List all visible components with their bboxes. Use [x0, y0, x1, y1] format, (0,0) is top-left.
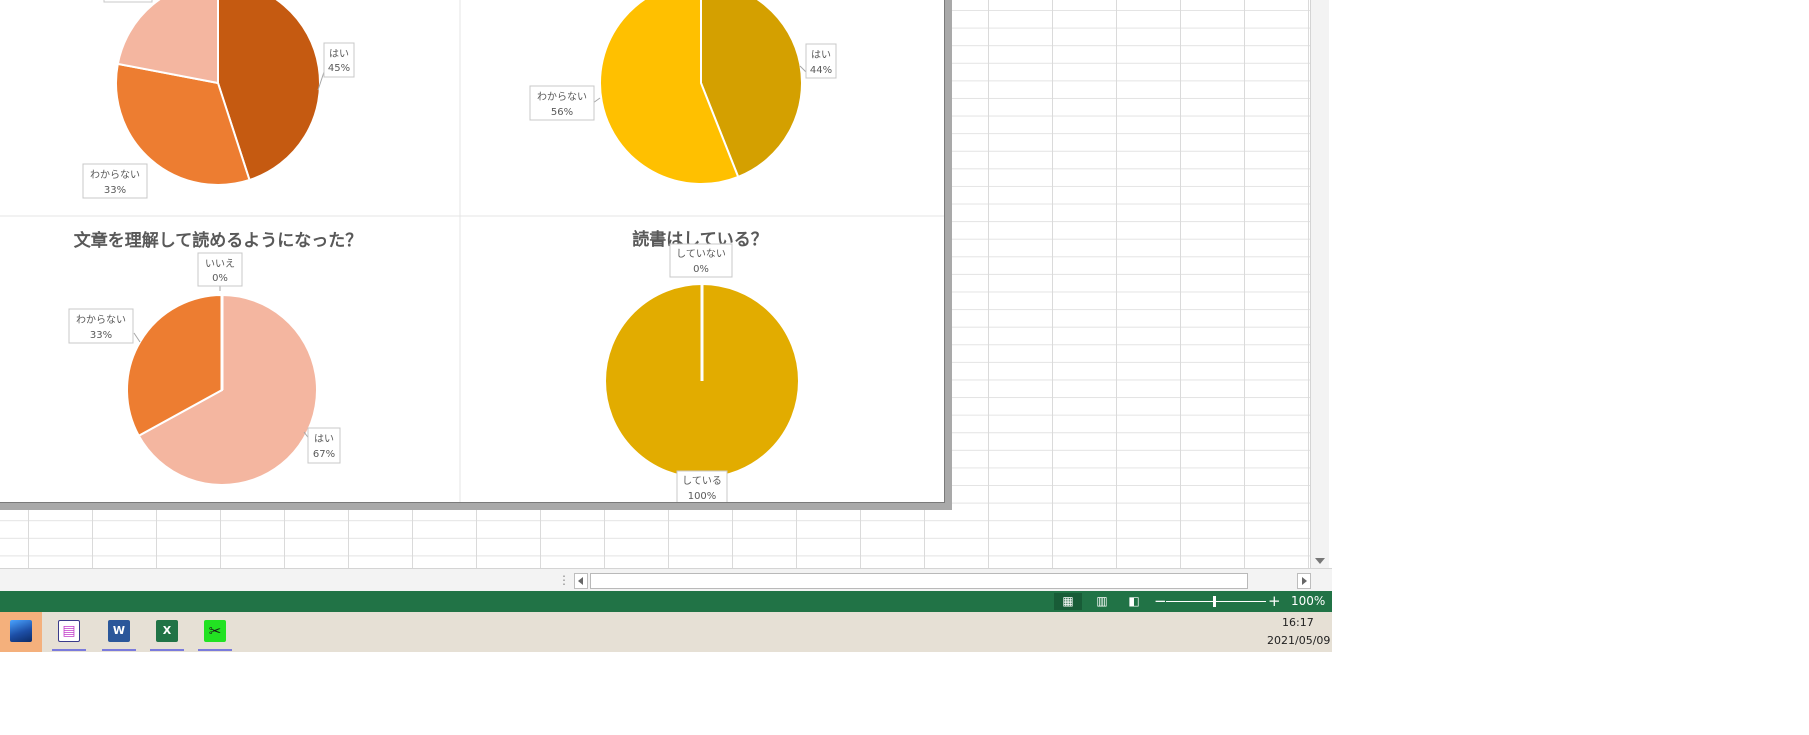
taskbar-excel[interactable]: X [146, 612, 188, 652]
data-label-box[interactable]: わからない 56% [529, 85, 595, 121]
page-break-view-icon[interactable]: ◧ [1120, 593, 1148, 610]
taskbar-word[interactable]: W [98, 612, 140, 652]
data-label-box[interactable]: していない 0% [669, 243, 733, 278]
pie-chart-1[interactable]: はい 45% わからない 33% [82, 0, 355, 199]
scroll-thumb[interactable] [590, 573, 1248, 589]
slice-label-value: 100% [688, 491, 717, 502]
slice-label-value: 0% [693, 264, 709, 275]
status-bar: ▦ ▥ ◧ − + 100% [0, 591, 1332, 612]
slice-label-value: 33% [90, 330, 112, 341]
scroll-down-arrow-icon[interactable] [1315, 558, 1325, 564]
notepad-icon: ▤ [58, 620, 80, 642]
excel-window: はい 45% わからない 33% はい 44% わからない 56% 文章を理解し… [0, 0, 1332, 652]
clock-date[interactable]: 2021/05/09 [1267, 634, 1330, 647]
running-indicator [198, 649, 232, 651]
slice-label-name: わからない [537, 91, 587, 103]
leader-line [133, 332, 141, 343]
slice-label-name: している [682, 475, 722, 487]
data-label-box[interactable]: はい 67% [307, 427, 341, 464]
pie-chart-3[interactable]: 文章を理解して読めるようになった？ いいえ 0% わからない 33% はい 67… [68, 230, 363, 486]
zoom-in-button[interactable]: + [1268, 591, 1281, 611]
page-layout-view-icon[interactable]: ▥ [1088, 593, 1116, 610]
slice-label-name: はい [314, 433, 334, 445]
data-label-box-clipped [103, 0, 153, 3]
horizontal-scrollbar[interactable]: ⋮ [0, 568, 1332, 592]
data-label-box[interactable]: いいえ 0% [197, 252, 243, 287]
data-label-box[interactable]: はい 44% [805, 43, 837, 79]
chart-area[interactable]: はい 45% わからない 33% はい 44% わからない 56% 文章を理解し… [0, 0, 945, 503]
chart-frame: はい 45% わからない 33% はい 44% わからない 56% 文章を理解し… [0, 0, 952, 510]
taskbar-notepad[interactable]: ▤ [48, 612, 90, 652]
zoom-out-button[interactable]: − [1154, 592, 1167, 611]
vertical-scrollbar[interactable] [1310, 0, 1329, 568]
taskbar: ▤ W X ✂ 16:17 2021/05/09 [0, 612, 1332, 652]
slice-label-value: 67% [313, 449, 335, 460]
running-indicator [102, 649, 136, 651]
slice-label-name: わからない [76, 314, 126, 326]
photos-icon [10, 620, 32, 642]
taskbar-snipping-tool[interactable]: ✂ [194, 612, 236, 652]
running-indicator [150, 649, 184, 651]
zoom-slider-thumb[interactable] [1213, 596, 1216, 607]
slice-label-value: 0% [212, 273, 228, 284]
slice-label-name: していない [676, 248, 726, 260]
scroll-left-arrow-icon[interactable] [574, 573, 588, 589]
zoom-slider-track[interactable] [1166, 601, 1266, 602]
excel-icon: X [156, 620, 178, 642]
pie-chart-2[interactable]: はい 44% わからない 56% [529, 0, 837, 185]
word-icon: W [108, 620, 130, 642]
slice-label-value: 56% [551, 107, 573, 118]
chart-title: 文章を理解して読めるようになった？ [74, 230, 363, 251]
slice-label-value: 45% [328, 63, 350, 74]
clock-time[interactable]: 16:17 [1282, 616, 1314, 629]
scroll-right-arrow-icon[interactable] [1297, 573, 1311, 589]
pie-chart-4[interactable]: 読書はしている？ していない 0% している 100% [604, 229, 800, 502]
zoom-level[interactable]: 100% [1291, 591, 1325, 612]
taskbar-photos[interactable] [0, 612, 42, 652]
scissors-icon: ✂ [204, 620, 226, 642]
slice-label-value: 44% [810, 65, 832, 76]
slice-label-name: わからない [90, 169, 140, 181]
data-label-box[interactable]: している 100% [676, 470, 728, 502]
normal-view-icon[interactable]: ▦ [1054, 593, 1082, 610]
data-label-box[interactable]: はい 45% [323, 42, 355, 78]
slice-label-name: はい [329, 48, 349, 60]
slice-label-value: 33% [104, 185, 126, 196]
running-indicator [52, 649, 86, 651]
data-label-box[interactable]: わからない 33% [82, 163, 148, 199]
data-label-box[interactable]: わからない 33% [68, 308, 134, 344]
split-handle-icon[interactable]: ⋮ [558, 573, 570, 587]
slice-label-name: いいえ [205, 258, 235, 270]
slice-label-name: はい [811, 49, 831, 61]
charts-canvas: はい 45% わからない 33% はい 44% わからない 56% 文章を理解し… [0, 0, 944, 502]
